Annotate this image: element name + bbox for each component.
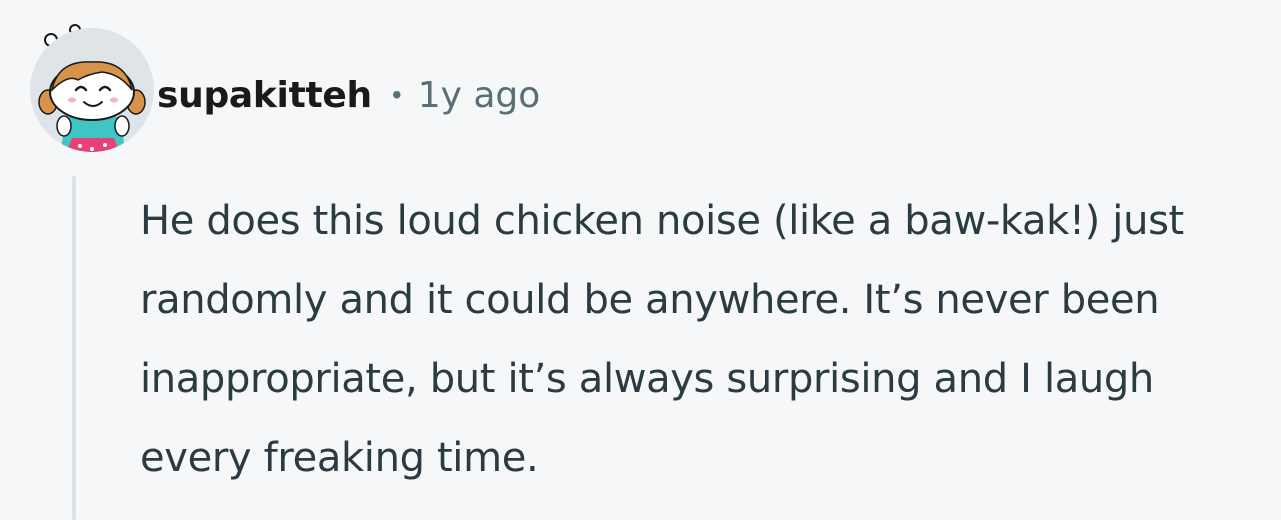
thread-collapse-line[interactable] xyxy=(72,176,76,520)
comment: supakitteh • 1y ago He does this loud ch… xyxy=(0,0,1281,520)
meta-separator: • xyxy=(391,79,402,110)
comment-body: He does this loud chicken noise (like a … xyxy=(140,198,1184,481)
comment-header: supakitteh • 1y ago xyxy=(157,70,540,120)
comment-timestamp[interactable]: 1y ago xyxy=(418,75,541,116)
user-avatar[interactable] xyxy=(28,22,156,154)
author-username[interactable]: supakitteh xyxy=(157,75,372,116)
snoo-avatar-icon xyxy=(30,24,154,152)
